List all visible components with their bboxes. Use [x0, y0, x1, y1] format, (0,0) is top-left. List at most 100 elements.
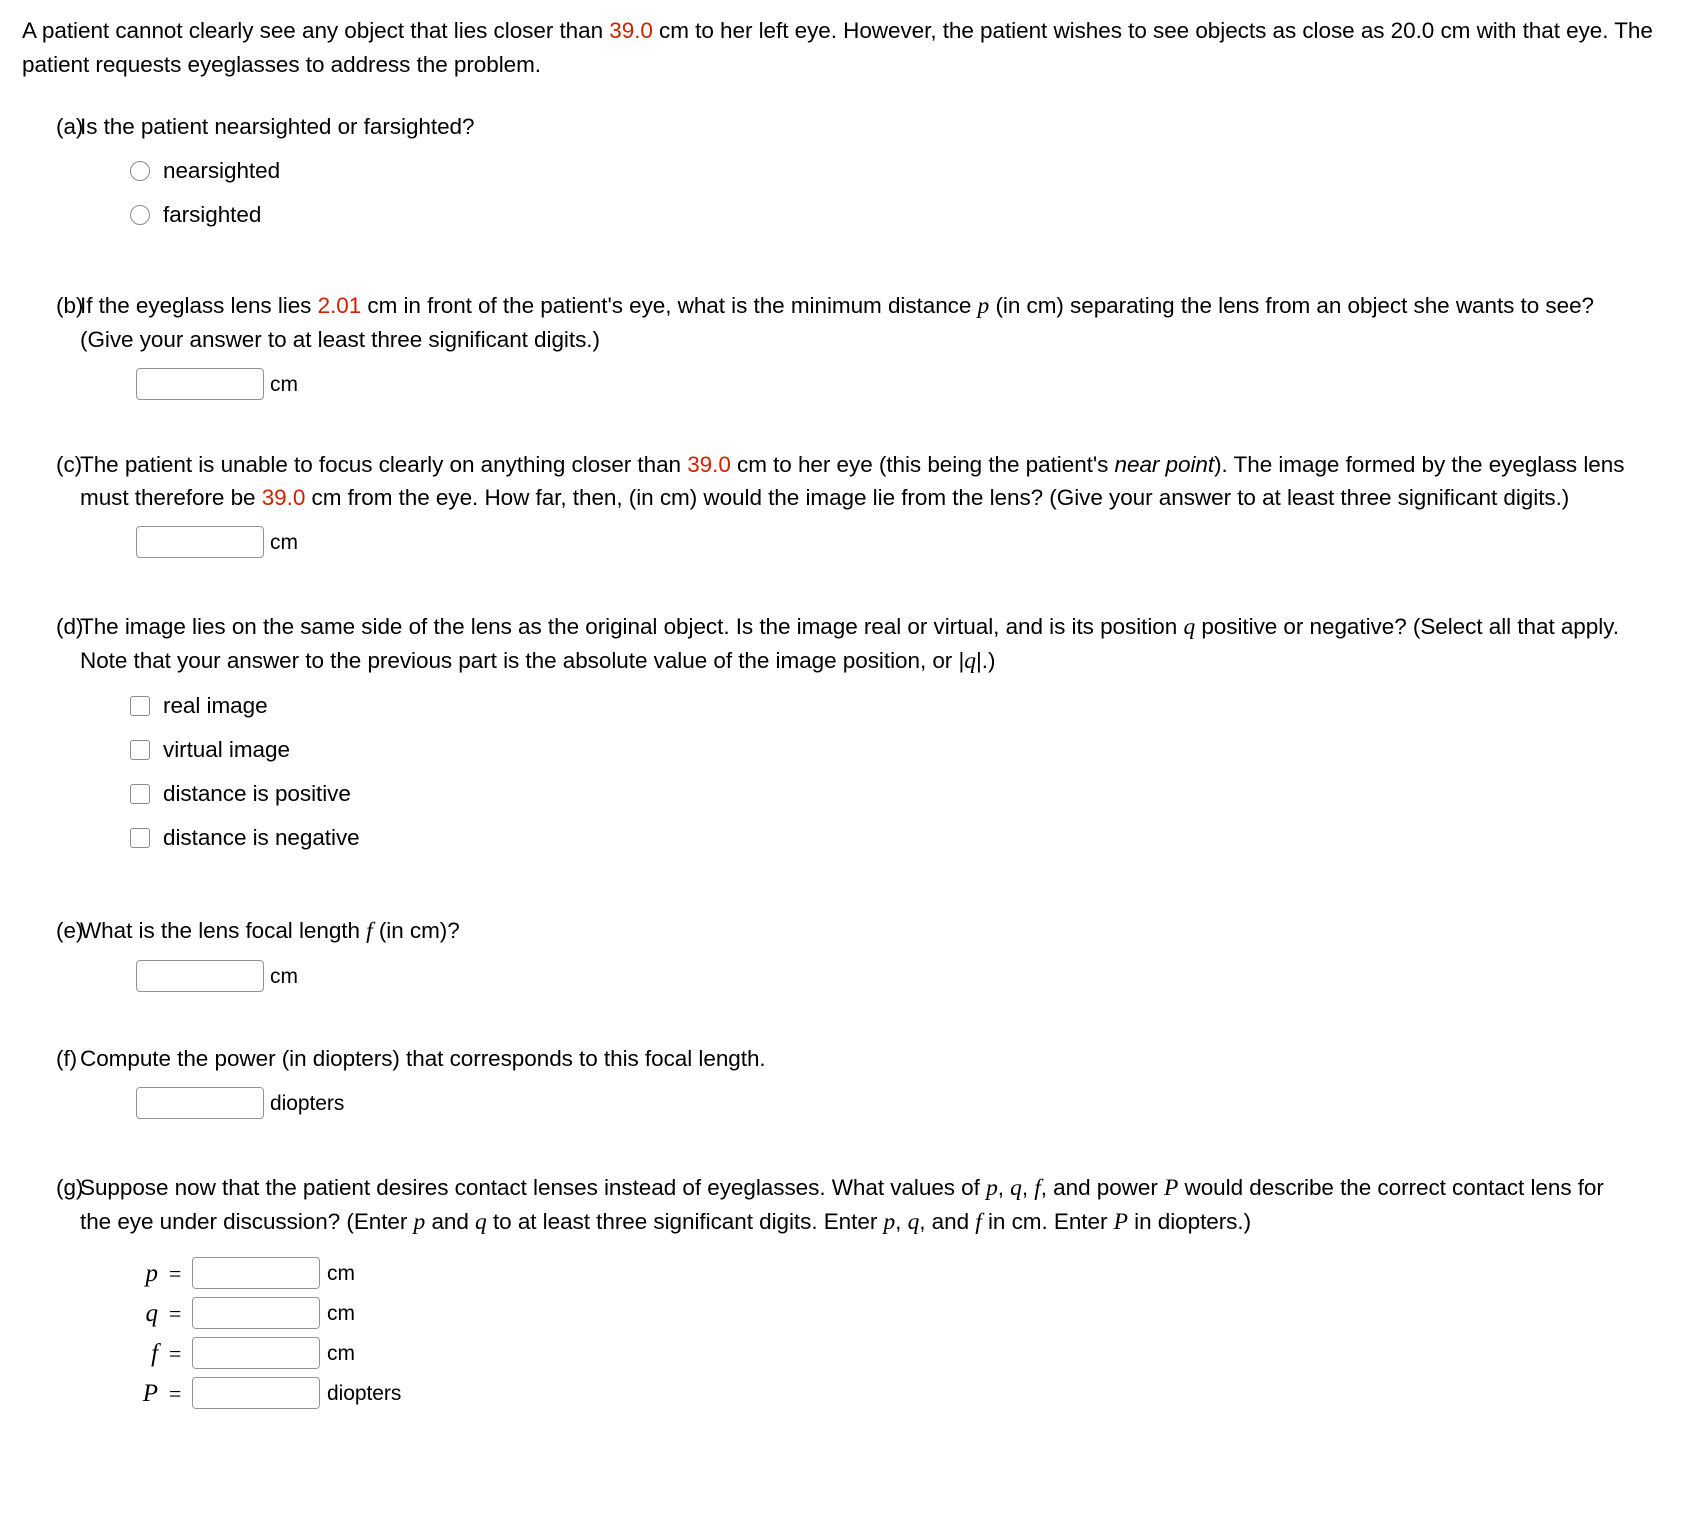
part-g-sep-1: ,: [997, 1175, 1011, 1200]
checkbox-icon[interactable]: [130, 740, 150, 760]
part-g-row-p: p = cm: [136, 1253, 1628, 1293]
part-a-label: (a): [56, 114, 84, 139]
part-e-label: (e): [56, 918, 84, 943]
part-b: (b) If the eyeglass lens lies 2.01 cm in…: [22, 289, 1664, 400]
part-g-input-P[interactable]: [192, 1377, 320, 1409]
part-d-question: The image lies on the same side of the l…: [80, 610, 1628, 678]
option-real-image-label: real image: [163, 692, 268, 718]
part-c-text-4: cm from the eye. How far, then, (in cm) …: [305, 485, 1570, 510]
part-f: (f) Compute the power (in diopters) that…: [22, 1042, 1664, 1119]
part-g-text-4: and: [425, 1209, 476, 1234]
radio-icon[interactable]: [130, 161, 150, 181]
part-b-text-2: cm in front of the patient's eye, what i…: [361, 293, 978, 318]
part-c-label: (c): [56, 452, 83, 477]
part-c-near-point-term: near point: [1114, 452, 1215, 477]
part-b-question: If the eyeglass lens lies 2.01 cm in fro…: [80, 289, 1628, 356]
part-g-sep-2: ,: [1021, 1175, 1035, 1200]
option-farsighted-label: farsighted: [163, 201, 262, 227]
part-c-near-point-value-1: 39.0: [687, 452, 731, 477]
part-g-label-p: p: [145, 1259, 159, 1287]
part-g-row-f: f = cm: [136, 1333, 1628, 1373]
part-b-answer-input[interactable]: [136, 368, 264, 400]
checkbox-icon[interactable]: [130, 784, 150, 804]
option-real-image[interactable]: real image: [80, 684, 1628, 728]
part-g-label-f: f: [151, 1339, 158, 1367]
part-g-sep-3: ,: [895, 1209, 908, 1234]
part-g: (g) Suppose now that the patient desires…: [22, 1171, 1664, 1413]
part-c-answer-row: cm: [80, 526, 1628, 558]
part-e-answer-row: cm: [80, 960, 1628, 992]
part-e-unit-label: cm: [270, 964, 298, 988]
part-g-variable-q-3: q: [907, 1209, 920, 1235]
part-d-text-3: |.): [975, 648, 996, 673]
part-g-unit-f: cm: [327, 1341, 355, 1365]
problem-statement-text-1: A patient cannot clearly see any object …: [22, 18, 610, 43]
part-c-answer-input[interactable]: [136, 526, 264, 558]
option-distance-negative-label: distance is negative: [163, 824, 360, 850]
part-g-input-p[interactable]: [192, 1257, 320, 1289]
part-g-variable-p-2: p: [413, 1209, 426, 1235]
checkbox-icon[interactable]: [130, 828, 150, 848]
part-g-label-P: P: [142, 1379, 158, 1407]
part-g-text-7: in cm. Enter: [981, 1209, 1114, 1234]
part-g-variable-q-2: q: [475, 1209, 487, 1235]
part-c-text-2: cm to her eye (this being the patient's: [730, 452, 1115, 477]
part-d-label: (d): [56, 614, 84, 639]
part-d-variable-q-1: q: [1183, 614, 1196, 640]
part-g-question: Suppose now that the patient desires con…: [80, 1171, 1628, 1239]
part-g-fields: p = cm q = cm f = cm P = diopters: [80, 1253, 1628, 1413]
part-d-text-1: The image lies on the same side of the l…: [80, 614, 1184, 639]
part-a-question: Is the patient nearsighted or farsighted…: [80, 114, 475, 139]
part-e-answer-input[interactable]: [136, 960, 264, 992]
part-g-equals-P: =: [168, 1380, 182, 1406]
option-virtual-image-label: virtual image: [163, 736, 290, 762]
part-f-answer-input[interactable]: [136, 1087, 264, 1119]
part-g-unit-P: diopters: [327, 1381, 402, 1405]
part-g-unit-q: cm: [327, 1301, 355, 1325]
part-e-text-2: (in cm)?: [372, 918, 460, 943]
part-c-text-1: The patient is unable to focus clearly o…: [80, 452, 688, 477]
part-g-equals-p: =: [168, 1260, 182, 1286]
option-farsighted[interactable]: farsighted: [80, 193, 1628, 237]
part-g-row-P: P = diopters: [136, 1373, 1628, 1413]
option-nearsighted[interactable]: nearsighted: [80, 149, 1628, 193]
part-g-input-f[interactable]: [192, 1337, 320, 1369]
part-c: (c) The patient is unable to focus clear…: [22, 448, 1664, 558]
part-g-text-5: to at least three significant digits. En…: [486, 1209, 884, 1234]
part-g-text-6: , and: [919, 1209, 976, 1234]
part-g-text-8: in diopters.): [1127, 1209, 1252, 1234]
part-a: (a) Is the patient nearsighted or farsig…: [22, 110, 1664, 237]
part-g-label: (g): [56, 1175, 84, 1200]
part-g-input-q[interactable]: [192, 1297, 320, 1329]
part-c-question: The patient is unable to focus clearly o…: [80, 448, 1628, 514]
part-g-variable-P-1: P: [1164, 1175, 1179, 1201]
part-b-variable-p: p: [977, 293, 990, 319]
part-f-label: (f): [56, 1046, 78, 1071]
part-c-near-point-value-2: 39.0: [261, 485, 306, 510]
part-b-lens-distance-value: 2.01: [317, 293, 362, 318]
part-f-unit-label: diopters: [270, 1091, 345, 1115]
part-g-variable-q-1: q: [1010, 1175, 1022, 1201]
radio-icon[interactable]: [130, 205, 150, 225]
option-distance-negative[interactable]: distance is negative: [80, 816, 1628, 860]
part-d: (d) The image lies on the same side of t…: [22, 610, 1664, 860]
checkbox-icon[interactable]: [130, 696, 150, 716]
problem-statement: A patient cannot clearly see any object …: [22, 14, 1664, 82]
part-g-equals-q: =: [168, 1300, 182, 1326]
part-g-label-q: q: [145, 1299, 159, 1327]
problem-page: A patient cannot clearly see any object …: [0, 0, 1686, 1413]
part-e-question: What is the lens focal length f (in cm)?: [80, 914, 1628, 948]
part-b-unit-label: cm: [270, 372, 298, 396]
part-g-unit-p: cm: [327, 1261, 355, 1285]
part-g-text-2: , and power: [1040, 1175, 1164, 1200]
option-nearsighted-label: nearsighted: [163, 157, 281, 183]
option-distance-positive[interactable]: distance is positive: [80, 772, 1628, 816]
problem-statement-near-point-value: 39.0: [609, 18, 653, 43]
part-a-options: nearsighted farsighted: [80, 149, 1628, 237]
option-virtual-image[interactable]: virtual image: [80, 728, 1628, 772]
